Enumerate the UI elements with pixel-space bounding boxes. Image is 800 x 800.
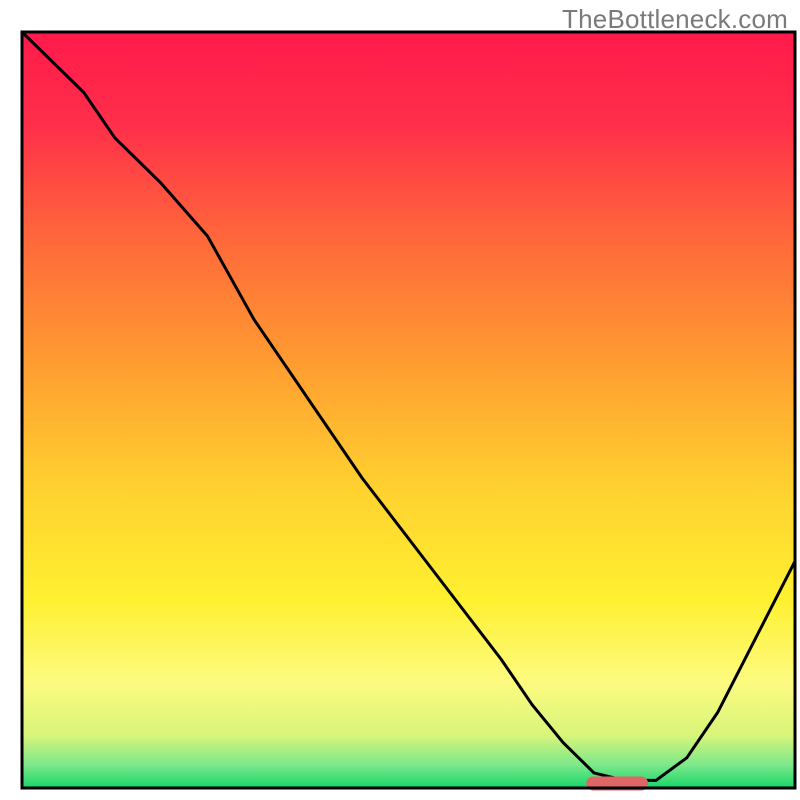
watermark-text: TheBottleneck.com <box>562 4 788 35</box>
chart-container: TheBottleneck.com <box>0 0 800 800</box>
bottleneck-chart <box>0 0 800 800</box>
chart-background-gradient <box>22 32 795 788</box>
